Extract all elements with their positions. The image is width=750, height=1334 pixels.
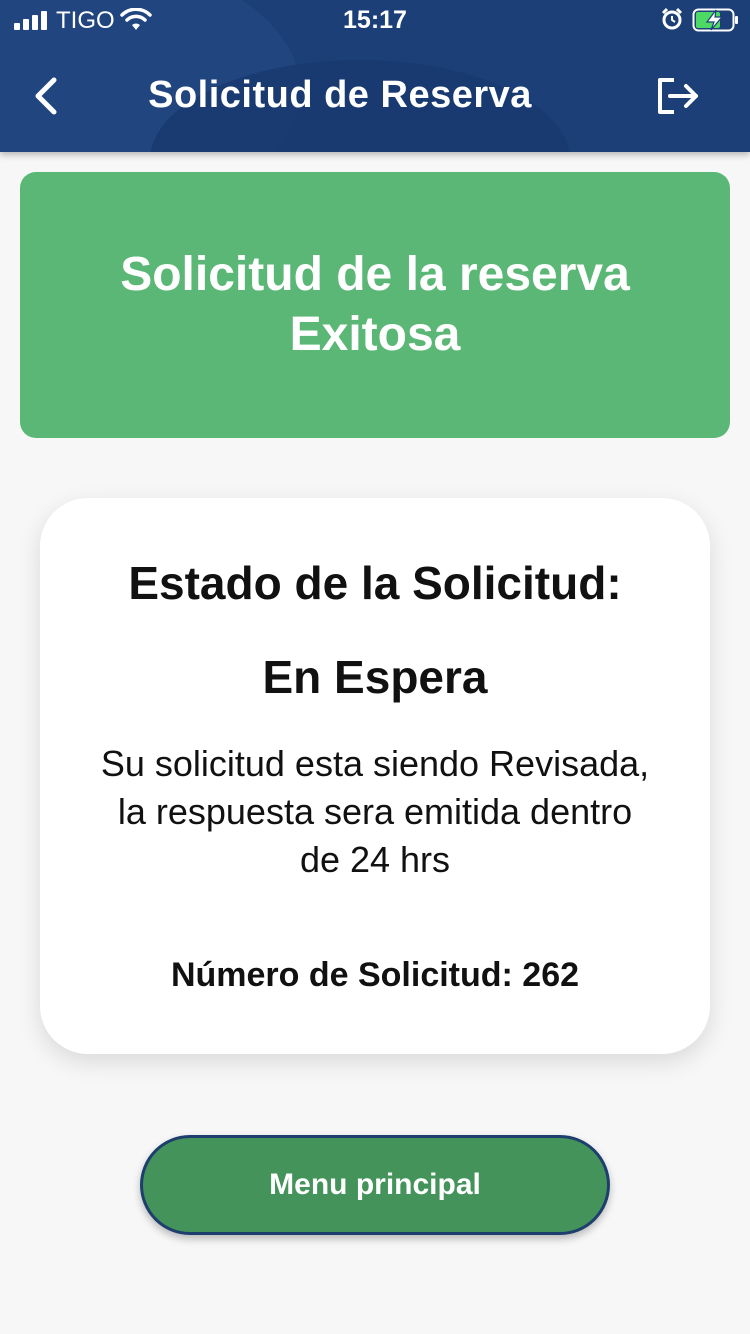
request-status-card: Estado de la Solicitud: En Espera Su sol…	[40, 498, 710, 1054]
request-number: Número de Solicitud: 262	[170, 956, 580, 994]
status-time: 15:17	[343, 6, 407, 34]
success-banner-line2: Exitosa	[289, 308, 461, 361]
status-title: Estado de la Solicitud:	[128, 557, 622, 609]
status-value: En Espera	[262, 651, 488, 703]
success-banner: Solicitud de la reserva Exitosa	[20, 172, 730, 438]
status-message: Su solicitud esta siendo Revisada, la re…	[100, 743, 650, 880]
main-menu-button[interactable]: Menu principal	[140, 1135, 610, 1235]
alarm-icon	[661, 7, 683, 30]
success-banner-line1: Solicitud de la reserva	[120, 248, 630, 301]
status-bar: TIGO 15:17	[0, 0, 750, 40]
battery-charging-icon	[692, 8, 738, 32]
logout-icon[interactable]	[654, 74, 702, 118]
page-title: Solicitud de Reserva	[148, 74, 532, 116]
app-header: TIGO 15:17 Solicitud de Reserva	[0, 0, 750, 152]
